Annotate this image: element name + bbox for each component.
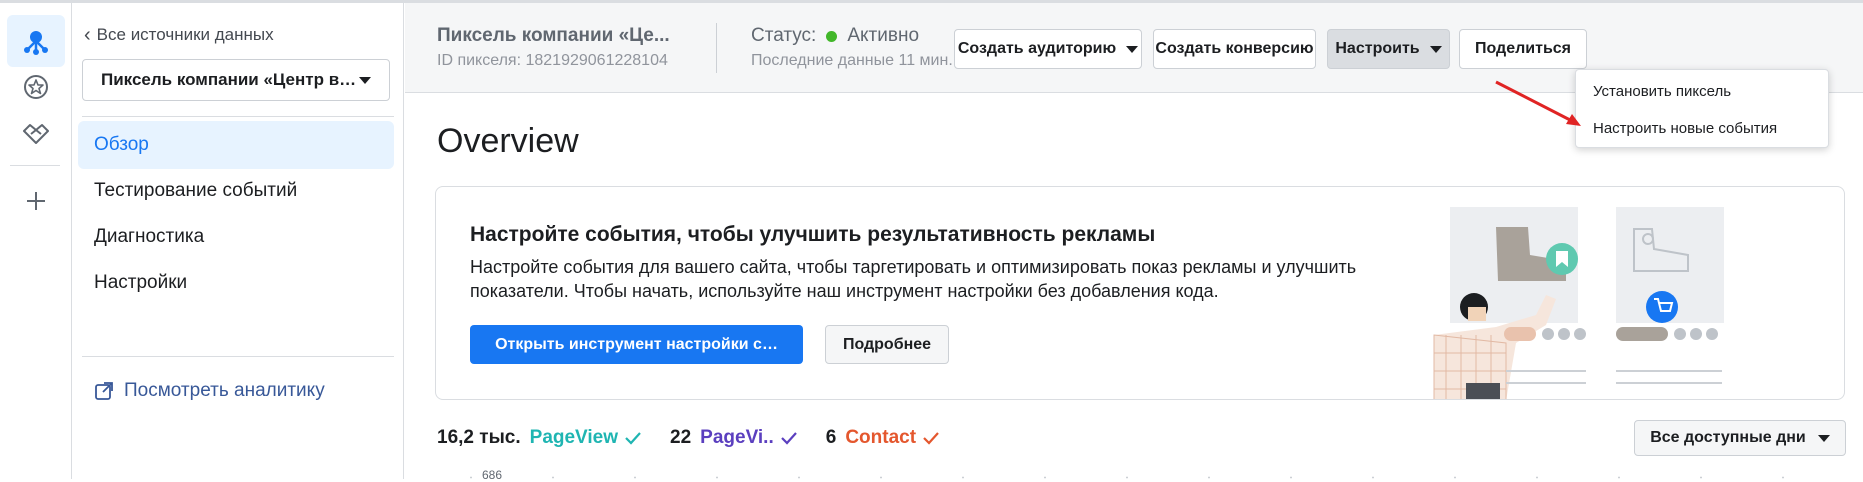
event-count: 16,2 тыс. — [437, 427, 521, 448]
status-label: Статус: — [751, 25, 817, 46]
nav-item-diagnostics[interactable]: Диагностика — [78, 213, 394, 261]
event-count: 6 — [825, 427, 837, 448]
nav-item-overview[interactable]: Обзор — [78, 121, 394, 169]
event-count: 22 — [670, 427, 692, 448]
side-navigation: ‹ Все источники данных Пиксель компании … — [72, 3, 404, 479]
nav-item-settings[interactable]: Настройки — [78, 259, 394, 307]
app-rail — [0, 3, 72, 479]
pixel-selector[interactable]: Пиксель компании «Центр в… — [82, 59, 390, 101]
external-link-icon — [95, 382, 113, 400]
rail-partners[interactable] — [7, 107, 65, 159]
create-conversion-button[interactable]: Создать конверсию — [1153, 29, 1316, 69]
checkmark-icon — [625, 432, 641, 445]
caret-down-icon — [1429, 45, 1442, 53]
event-stats: 16,2 тыс. PageView 22 PageVi.. 6 Contact — [437, 427, 968, 449]
stat-pageview[interactable]: 16,2 тыс. PageView — [437, 427, 642, 449]
chevron-left-icon: ‹ — [84, 24, 91, 46]
create-audience-button[interactable]: Создать аудиторию — [954, 29, 1142, 69]
status-active-dot-icon — [826, 30, 838, 42]
annotation-arrow-icon — [1495, 80, 1581, 126]
back-link-label: Все источники данных — [96, 25, 274, 44]
stat-pagevi2[interactable]: 22 PageVi.. — [670, 427, 798, 449]
caret-down-icon — [1126, 45, 1139, 53]
rail-star-badge[interactable] — [7, 61, 65, 113]
share-label: Поделиться — [1474, 40, 1572, 57]
caret-down-icon — [359, 76, 371, 84]
create-conversion-label: Создать конверсию — [1155, 40, 1314, 57]
handshake-icon — [23, 124, 49, 144]
pixel-id: ID пикселя: 1821929061228104 — [437, 52, 668, 69]
date-range-label: Все доступные дни — [1650, 429, 1806, 446]
caret-down-icon — [1817, 434, 1830, 442]
view-analytics-label: Посмотреть аналитику — [124, 380, 325, 401]
header-divider — [716, 23, 717, 73]
card-title: Настройте события, чтобы улучшить резуль… — [470, 223, 1156, 246]
configure-label: Настроить — [1335, 40, 1420, 57]
event-name: Contact — [845, 427, 917, 448]
plus-icon — [27, 192, 45, 210]
pixel-status: Статус: Активно — [751, 25, 919, 47]
nav-item-label: Диагностика — [94, 226, 205, 247]
rail-events-manager[interactable] — [7, 15, 65, 67]
card-description: Настройте события для вашего сайта, чтоб… — [470, 257, 1357, 301]
checkmark-icon — [780, 432, 797, 445]
status-value: Активно — [847, 25, 920, 46]
nav-item-label: Обзор — [94, 134, 149, 155]
menu-item-label: Настроить новые события — [1593, 119, 1778, 137]
nav-divider — [82, 356, 394, 357]
event-name: PageVi.. — [700, 427, 774, 448]
setup-events-card: Настройте события, чтобы улучшить резуль… — [435, 186, 1845, 400]
open-setup-tool-label: Открыть инструмент настройки с… — [495, 335, 778, 353]
star-badge-icon — [24, 75, 48, 99]
nav-item-test-events[interactable]: Тестирование событий — [78, 167, 394, 215]
menu-item-install-pixel[interactable]: Установить пиксель — [1576, 74, 1828, 108]
rail-divider — [10, 165, 60, 166]
learn-more-button[interactable]: Подробнее — [825, 325, 949, 364]
pixel-title: Пиксель компании «Це... — [437, 25, 670, 46]
share-button[interactable]: Поделиться — [1459, 29, 1587, 69]
view-analytics-link[interactable]: Посмотреть аналитику — [94, 380, 325, 402]
events-manager-icon — [24, 31, 48, 55]
checkmark-icon — [923, 432, 939, 445]
configure-dropdown-menu: Установить пиксель Настроить новые событ… — [1575, 69, 1829, 148]
stat-contact[interactable]: 6 Contact — [826, 427, 940, 449]
events-illustration — [1433, 207, 1724, 399]
rail-add[interactable] — [7, 175, 65, 227]
nav-item-label: Настройки — [94, 272, 188, 293]
learn-more-label: Подробнее — [842, 335, 932, 353]
nav-divider — [82, 116, 394, 117]
page-title: Overview — [437, 122, 579, 160]
chart-axis-tick: 686 — [482, 468, 503, 482]
nav-item-label: Тестирование событий — [94, 180, 298, 201]
date-range-selector[interactable]: Все доступные дни — [1634, 420, 1846, 456]
create-audience-label: Создать аудиторию — [957, 40, 1117, 57]
open-setup-tool-button[interactable]: Открыть инструмент настройки с… — [470, 325, 803, 364]
pixel-selector-label: Пиксель компании «Центр в… — [101, 70, 357, 89]
configure-button[interactable]: Настроить — [1327, 29, 1450, 69]
menu-item-label: Установить пиксель — [1593, 82, 1732, 100]
event-name: PageView — [529, 427, 619, 448]
back-to-data-sources-link[interactable]: ‹ Все источники данных — [84, 25, 274, 45]
menu-item-setup-new-events[interactable]: Настроить новые события — [1576, 111, 1828, 145]
